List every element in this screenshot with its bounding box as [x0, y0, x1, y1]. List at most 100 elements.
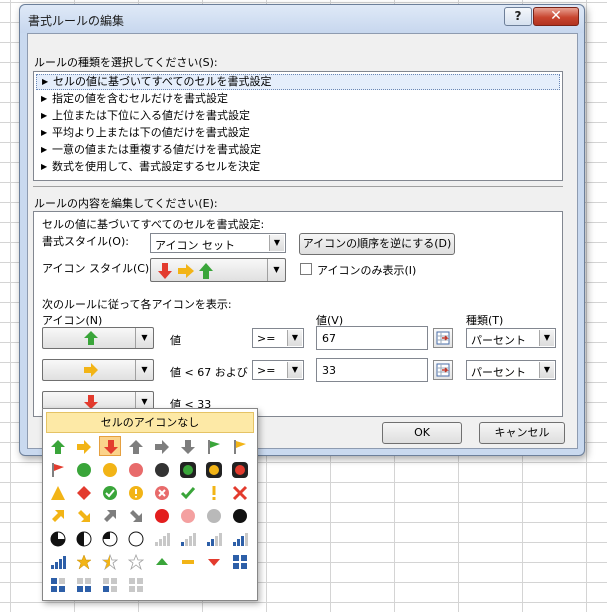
icon-style-select[interactable]: ▼ — [150, 258, 286, 282]
icon-select-row2[interactable]: ▼ — [42, 359, 154, 381]
red-circle-icon[interactable] — [125, 460, 147, 480]
separator — [33, 186, 563, 187]
half-circle-icon[interactable] — [73, 529, 95, 549]
rule-description: セルの値に基づいてすべてのセルを書式設定: — [42, 218, 265, 231]
format-style-select[interactable]: アイコン セット ▼ — [150, 233, 286, 253]
rule-type-item[interactable]: ▶ 指定の値を含むセルだけを書式設定 — [36, 91, 560, 107]
chevron-down-icon: ▼ — [287, 330, 302, 346]
value-input-row2[interactable]: 33 — [316, 358, 428, 382]
icon-only-label: アイコンのみ表示(I) — [317, 264, 417, 277]
chevron-down-icon: ▼ — [539, 330, 554, 346]
red-triangle-down-icon[interactable] — [203, 552, 225, 572]
type-column-header: 種類(T) — [466, 314, 504, 327]
black-circle-icon[interactable] — [151, 460, 173, 480]
green-triangle-up-icon[interactable] — [151, 552, 173, 572]
red-down-arrow-icon[interactable] — [99, 436, 121, 456]
range-picker-button-row2[interactable] — [433, 360, 453, 380]
gray-down-arrow-icon[interactable] — [177, 437, 199, 457]
icon-picker-popup: セルのアイコンなし — [42, 408, 258, 601]
gray-up-arrow-icon[interactable] — [125, 437, 147, 457]
yellow-dash-icon[interactable] — [177, 552, 199, 572]
yellow-exclamation-icon[interactable] — [203, 483, 225, 503]
boxes-4-icon[interactable] — [229, 552, 251, 572]
yellow-right-arrow-icon[interactable] — [73, 437, 95, 457]
red-flag-icon[interactable] — [47, 460, 69, 480]
cancel-button[interactable]: キャンセル — [479, 422, 565, 444]
help-button[interactable]: ? — [504, 7, 532, 26]
yellow-circle-icon[interactable] — [99, 460, 121, 480]
black-filled-circle-icon[interactable] — [229, 506, 251, 526]
red-traffic-light-icon[interactable] — [229, 460, 251, 480]
range-picker-button-row1[interactable] — [433, 328, 453, 348]
operator-select-row2[interactable]: >= ▼ — [252, 360, 304, 380]
no-cell-icon-option[interactable]: セルのアイコンなし — [46, 412, 254, 433]
red-x-icon[interactable] — [229, 483, 251, 503]
rule-type-label: ルールの種類を選択してください(S): — [34, 56, 218, 69]
edit-formatting-rule-dialog: 書式ルールの編集 ? ✕ ルールの種類を選択してください(S): ▶ セルの値に… — [19, 4, 585, 456]
gray-down-right-arrow-icon[interactable] — [125, 506, 147, 526]
icon-only-checkbox[interactable] — [300, 263, 312, 275]
signal-bars-3-icon[interactable] — [229, 529, 251, 549]
rule-type-item[interactable]: ▶ 数式を使用して、書式設定するセルを決定 — [36, 159, 560, 175]
format-style-label: 書式スタイル(O): — [42, 235, 129, 248]
rule-type-list[interactable]: ▶ セルの値に基づいてすべてのセルを書式設定 ▶ 指定の値を含むセルだけを書式設… — [33, 71, 563, 181]
red-diamond-icon[interactable] — [73, 483, 95, 503]
gold-star-icon[interactable] — [73, 552, 95, 572]
yellow-right-arrow-icon — [84, 363, 98, 377]
half-star-icon[interactable] — [99, 552, 121, 572]
pink-circle-icon[interactable] — [177, 506, 199, 526]
boxes-0-icon[interactable] — [125, 575, 147, 595]
bullet-arrow-icon: ▶ — [41, 162, 48, 171]
empty-star-icon[interactable] — [125, 552, 147, 572]
signal-bars-0-icon[interactable] — [151, 529, 173, 549]
title-bar: 書式ルールの編集 ? ✕ — [20, 5, 584, 33]
gray-up-right-arrow-icon[interactable] — [99, 506, 121, 526]
gray-right-arrow-icon[interactable] — [151, 437, 173, 457]
yellow-flag-icon[interactable] — [229, 437, 251, 457]
operator-select-row1[interactable]: >= ▼ — [252, 328, 304, 348]
bullet-arrow-icon: ▶ — [41, 145, 48, 154]
rule-type-item[interactable]: ▶ 一意の値または重複する値だけを書式設定 — [36, 142, 560, 158]
value-input-row1[interactable]: 67 — [316, 326, 428, 350]
yellow-down-right-arrow-icon[interactable] — [73, 506, 95, 526]
gray-circle-icon[interactable] — [203, 506, 225, 526]
range-picker-icon — [436, 363, 450, 377]
type-select-row2[interactable]: パーセント ▼ — [466, 360, 556, 380]
rule-edit-label: ルールの内容を編集してください(E): — [34, 197, 218, 210]
signal-bars-4-icon[interactable] — [47, 552, 69, 572]
icon-select-row1[interactable]: ▼ — [42, 327, 154, 349]
green-check-circle-icon[interactable] — [99, 483, 121, 503]
green-circle-icon[interactable] — [73, 460, 95, 480]
chevron-down-icon: ▼ — [135, 328, 153, 348]
rule-type-item[interactable]: ▶ 平均より上または下の値だけを書式設定 — [36, 125, 560, 141]
green-check-icon[interactable] — [177, 483, 199, 503]
signal-bars-1-icon[interactable] — [177, 529, 199, 549]
red-filled-circle-icon[interactable] — [151, 506, 173, 526]
rule-type-item[interactable]: ▶ 上位または下位に入る値だけを書式設定 — [36, 108, 560, 124]
yellow-up-right-arrow-icon[interactable] — [47, 506, 69, 526]
green-traffic-light-icon[interactable] — [177, 460, 199, 480]
boxes-3-icon[interactable] — [47, 575, 69, 595]
yellow-triangle-icon[interactable] — [47, 483, 69, 503]
boxes-1-icon[interactable] — [99, 575, 121, 595]
chevron-down-icon: ▼ — [539, 362, 554, 378]
bullet-arrow-icon: ▶ — [41, 111, 48, 120]
reverse-icon-order-button[interactable]: アイコンの順序を逆にする(D) — [299, 233, 455, 255]
quarter-circle-icon[interactable] — [99, 529, 121, 549]
chevron-down-icon: ▼ — [287, 362, 302, 378]
icon-style-label: アイコン スタイル(C): — [42, 262, 153, 275]
green-flag-icon[interactable] — [203, 437, 225, 457]
red-x-circle-icon[interactable] — [151, 483, 173, 503]
green-up-arrow-icon[interactable] — [47, 437, 69, 457]
type-select-row1[interactable]: パーセント ▼ — [466, 328, 556, 348]
condition-label-row1: 値 — [170, 334, 181, 347]
ok-button[interactable]: OK — [382, 422, 462, 444]
signal-bars-2-icon[interactable] — [203, 529, 225, 549]
close-button[interactable]: ✕ — [533, 7, 579, 26]
rule-type-item[interactable]: ▶ セルの値に基づいてすべてのセルを書式設定 — [36, 74, 560, 90]
yellow-exclamation-circle-icon[interactable] — [125, 483, 147, 503]
three-quarter-circle-icon[interactable] — [47, 529, 69, 549]
empty-circle-icon[interactable] — [125, 529, 147, 549]
yellow-traffic-light-icon[interactable] — [203, 460, 225, 480]
boxes-2-icon[interactable] — [73, 575, 95, 595]
